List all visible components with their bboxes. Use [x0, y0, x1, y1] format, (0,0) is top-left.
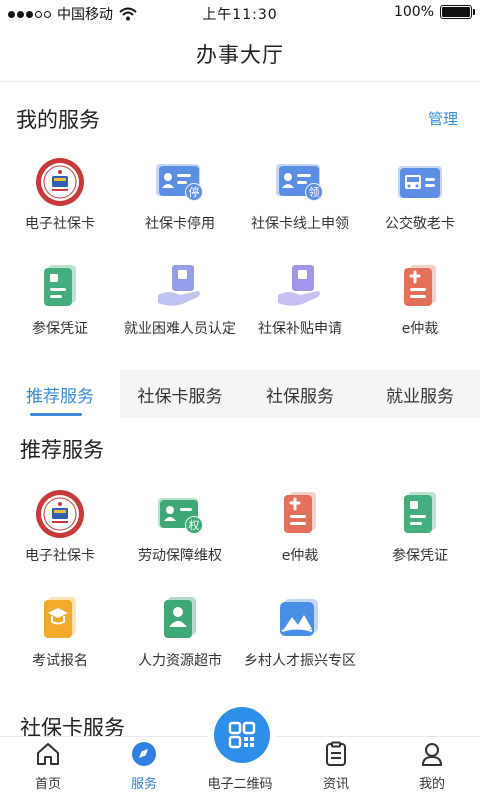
tab-social-card[interactable]: 社保卡服务 — [120, 370, 240, 418]
tab-social-security[interactable]: 社保服务 — [240, 370, 360, 418]
nav-qr-label: 电子二维码 — [207, 777, 273, 792]
svg-text:权: 权 — [189, 519, 200, 532]
my-service-item[interactable]: 参保凭证 — [0, 253, 120, 358]
arbitration-icon — [394, 261, 446, 313]
nav-home-label: 首页 — [34, 777, 61, 792]
bus-card-icon — [394, 156, 446, 208]
my-service-item-label: 就业困难人员认定 — [124, 321, 236, 337]
status-right: 100% — [393, 4, 475, 20]
recommended-service-item[interactable]: 人力资源超市 — [120, 585, 240, 690]
my-service-item[interactable]: 领社保卡线上申领 — [240, 148, 360, 253]
svg-text:停: 停 — [189, 185, 200, 199]
nav-bar: 办事大厅 — [0, 26, 480, 82]
recommended-service-item-label: 人力资源超市 — [138, 653, 222, 669]
my-service-item[interactable]: 社保补贴申请 — [240, 253, 360, 358]
status-bar: 中国移动 上午11:30 100% — [0, 0, 480, 26]
recommended-service-item-label: 劳动保障维权 — [138, 548, 222, 564]
recommended-service-item[interactable]: 参保凭证 — [360, 480, 480, 585]
certificate-icon — [394, 488, 446, 540]
my-service-item[interactable]: e仲裁 — [360, 253, 480, 358]
my-service-item-label: 参保凭证 — [32, 321, 88, 337]
recommended-title: 推荐服务 — [20, 438, 104, 462]
social-security-seal-icon — [34, 156, 86, 208]
nav-news-label: 资讯 — [322, 777, 349, 792]
svg-text:领: 领 — [309, 186, 320, 199]
my-service-item-label: e仲裁 — [401, 321, 439, 337]
recommended-header: 推荐服务 — [0, 428, 480, 468]
recommended-service-item[interactable]: e仲裁 — [240, 480, 360, 585]
my-service-item[interactable]: 公交敬老卡 — [360, 148, 480, 253]
arbitration-icon — [274, 488, 326, 540]
exam-icon — [34, 593, 86, 645]
my-service-item-label: 社保补贴申请 — [258, 321, 342, 337]
recommended-service-item-label: 考试报名 — [32, 653, 88, 669]
hand-document-purple-icon — [274, 261, 326, 313]
my-service-item[interactable]: 停社保卡停用 — [120, 148, 240, 253]
recommended-service-item[interactable]: 考试报名 — [0, 585, 120, 690]
recommended-service-item[interactable]: 权劳动保障维权 — [120, 480, 240, 585]
my-service-item-label: 社保卡停用 — [145, 216, 215, 232]
tab-recommended[interactable]: 推荐服务 — [0, 370, 120, 418]
recommended-service-item-label: 乡村人才振兴专区 — [244, 653, 356, 669]
battery-percent: 100% — [393, 4, 434, 20]
hand-document-icon — [154, 261, 206, 313]
my-services-header: 我的服务 管理 — [0, 98, 480, 138]
nav-mine[interactable]: 我的 — [384, 737, 480, 800]
recommended-service-item[interactable]: 乡村人才振兴专区 — [240, 585, 360, 690]
qr-code-button[interactable] — [214, 707, 270, 763]
recommended-service-item-label: e仲裁 — [281, 548, 319, 564]
nav-home[interactable]: 首页 — [0, 737, 96, 800]
card-apply-icon: 领 — [274, 156, 326, 208]
battery-icon — [440, 5, 475, 19]
recommended-service-item[interactable]: 电子社保卡 — [0, 480, 120, 585]
social-security-seal-icon — [34, 488, 86, 540]
page-title: 办事大厅 — [196, 42, 284, 67]
certificate-icon — [34, 261, 86, 313]
my-service-item[interactable]: 就业困难人员认定 — [120, 253, 240, 358]
user-icon — [419, 741, 445, 767]
home-icon — [35, 741, 61, 767]
my-service-item-label: 公交敬老卡 — [385, 216, 455, 232]
compass-icon — [131, 741, 157, 767]
village-talent-icon — [274, 593, 326, 645]
service-tabs: 推荐服务 社保卡服务 社保服务 就业服务 — [0, 370, 480, 418]
nav-service-label: 服务 — [130, 777, 157, 792]
hr-market-icon — [154, 593, 206, 645]
nav-mine-label: 我的 — [418, 777, 445, 792]
my-service-item-label: 社保卡线上申领 — [251, 216, 349, 232]
qr-code-icon — [228, 721, 256, 749]
my-service-item[interactable]: 电子社保卡 — [0, 148, 120, 253]
my-services-grid: 电子社保卡停社保卡停用领社保卡线上申领 公交敬老卡 参保凭证 就业困难人员认定 社保补贴… — [0, 148, 480, 358]
my-service-item-label: 电子社保卡 — [25, 216, 95, 232]
labor-rights-icon: 权 — [154, 488, 206, 540]
nav-service[interactable]: 服务 — [96, 737, 192, 800]
recommended-grid: 电子社保卡 权劳动保障维权 e仲裁 参保凭证考试报名 人力资源超市 乡村人才振兴专区 — [0, 480, 480, 690]
card-stop-icon: 停 — [154, 156, 206, 208]
nav-news[interactable]: 资讯 — [288, 737, 384, 800]
recommended-service-item-label: 电子社保卡 — [25, 548, 95, 564]
recommended-service-item-label: 参保凭证 — [392, 548, 448, 564]
tab-employment[interactable]: 就业服务 — [360, 370, 480, 418]
manage-link[interactable]: 管理 — [428, 108, 458, 129]
my-services-title: 我的服务 — [16, 108, 100, 132]
news-icon — [323, 741, 349, 767]
